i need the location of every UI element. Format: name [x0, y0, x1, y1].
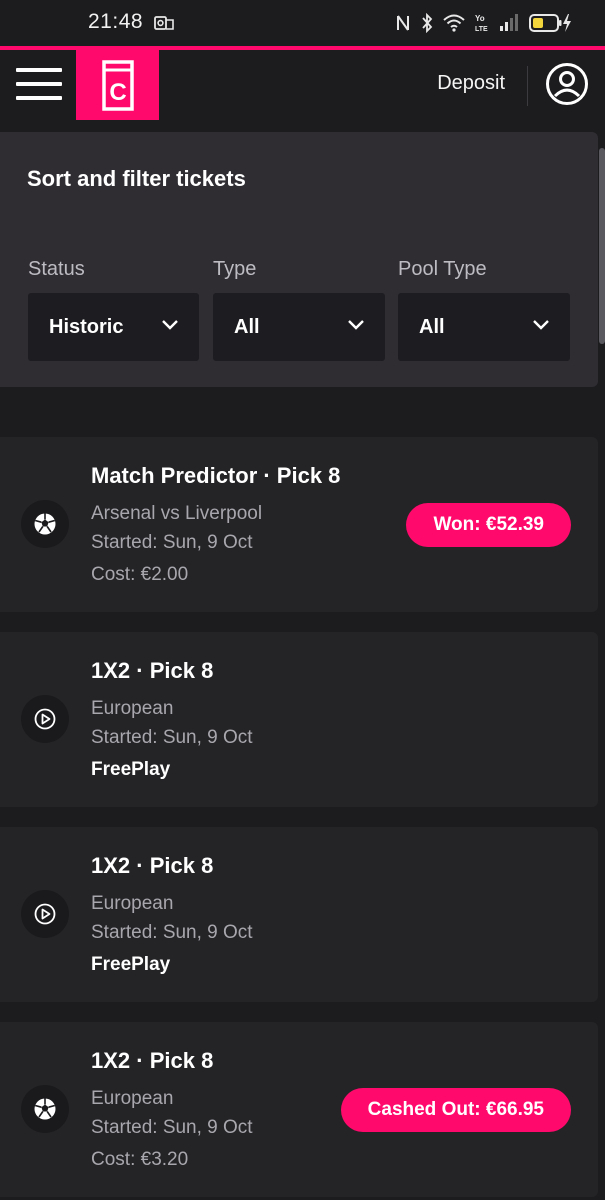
- chevron-down-icon: [162, 320, 178, 330]
- deposit-button[interactable]: Deposit: [437, 72, 505, 95]
- battery-charging-icon: [529, 14, 571, 32]
- type-select[interactable]: All: [213, 293, 385, 361]
- filter-panel-title: Sort and filter tickets: [27, 166, 246, 191]
- bluetooth-icon: [422, 13, 433, 33]
- logo-icon: C: [102, 60, 134, 111]
- ticket-started: Started: Sun, 9 Oct: [91, 1117, 253, 1138]
- ticket-freeplay-label: FreePlay: [91, 759, 171, 780]
- outlook-notification-icon: [154, 16, 174, 30]
- ticket-title: 1X2 · Pick 8: [91, 853, 214, 878]
- svg-text:LTE: LTE: [475, 26, 488, 33]
- pool-type-filter-label: Pool Type: [398, 258, 487, 280]
- ticket-started: Started: Sun, 9 Oct: [91, 727, 253, 748]
- play-circle-icon: [21, 695, 69, 743]
- ticket-card[interactable]: 1X2 · Pick 8 European Started: Sun, 9 Oc…: [0, 1022, 598, 1197]
- type-filter: Type All: [213, 258, 385, 361]
- ticket-freeplay-label: FreePlay: [91, 954, 171, 975]
- ticket-title: 1X2 · Pick 8: [91, 658, 214, 683]
- svg-text:C: C: [109, 79, 126, 106]
- app-header: C Deposit: [0, 50, 605, 120]
- ticket-competition: European: [91, 1088, 174, 1109]
- ticket-title: 1X2 · Pick 8: [91, 1048, 214, 1073]
- header-divider: [527, 66, 528, 106]
- hamburger-menu-icon[interactable]: [16, 68, 62, 100]
- chevron-down-icon: [533, 320, 549, 330]
- ticket-card[interactable]: Match Predictor · Pick 8 Arsenal vs Live…: [0, 437, 598, 612]
- play-circle-icon: [21, 890, 69, 938]
- scrollbar[interactable]: [599, 148, 605, 344]
- chevron-down-icon: [348, 320, 364, 330]
- status-filter-label: Status: [28, 258, 85, 280]
- status-select[interactable]: Historic: [28, 293, 199, 361]
- ticket-match: Arsenal vs Liverpool: [91, 503, 263, 524]
- status-select-value: Historic: [49, 315, 124, 338]
- status-bar: 21:48 Yo LTE: [0, 0, 605, 46]
- ticket-title: Match Predictor · Pick 8: [91, 463, 341, 488]
- account-icon[interactable]: [545, 62, 589, 106]
- nfc-icon: [397, 15, 409, 31]
- signal-icon: [500, 14, 518, 31]
- ticket-competition: European: [91, 893, 174, 914]
- ticket-result-badge: Cashed Out: €66.95: [340, 1088, 571, 1132]
- type-filter-label: Type: [213, 258, 257, 280]
- ticket-result-badge: Won: €52.39: [406, 503, 571, 547]
- volte-icon: Yo LTE: [475, 14, 488, 33]
- pool-type-select-value: All: [419, 315, 445, 338]
- pool-type-select[interactable]: All: [398, 293, 570, 361]
- ticket-card[interactable]: 1X2 · Pick 8 European Started: Sun, 9 Oc…: [0, 827, 598, 1002]
- wifi-icon: [443, 14, 465, 32]
- ticket-competition: European: [91, 698, 174, 719]
- pool-type-filter: Pool Type All: [398, 258, 570, 361]
- ticket-card[interactable]: 1X2 · Pick 8 European Started: Sun, 9 Oc…: [0, 632, 598, 807]
- ticket-cost: Cost: €3.20: [91, 1149, 189, 1170]
- ticket-cost: Cost: €2.00: [91, 564, 189, 585]
- ticket-started: Started: Sun, 9 Oct: [91, 922, 253, 943]
- brand-logo[interactable]: C: [76, 50, 159, 120]
- type-select-value: All: [234, 315, 260, 338]
- filter-panel: Sort and filter tickets Status Historic …: [0, 132, 598, 387]
- ticket-started: Started: Sun, 9 Oct: [91, 532, 253, 553]
- svg-text:Yo: Yo: [475, 14, 485, 23]
- status-time: 21:48: [88, 10, 144, 33]
- soccer-ball-icon: [21, 500, 69, 548]
- soccer-ball-icon: [21, 1085, 69, 1133]
- status-filter: Status Historic: [28, 258, 199, 361]
